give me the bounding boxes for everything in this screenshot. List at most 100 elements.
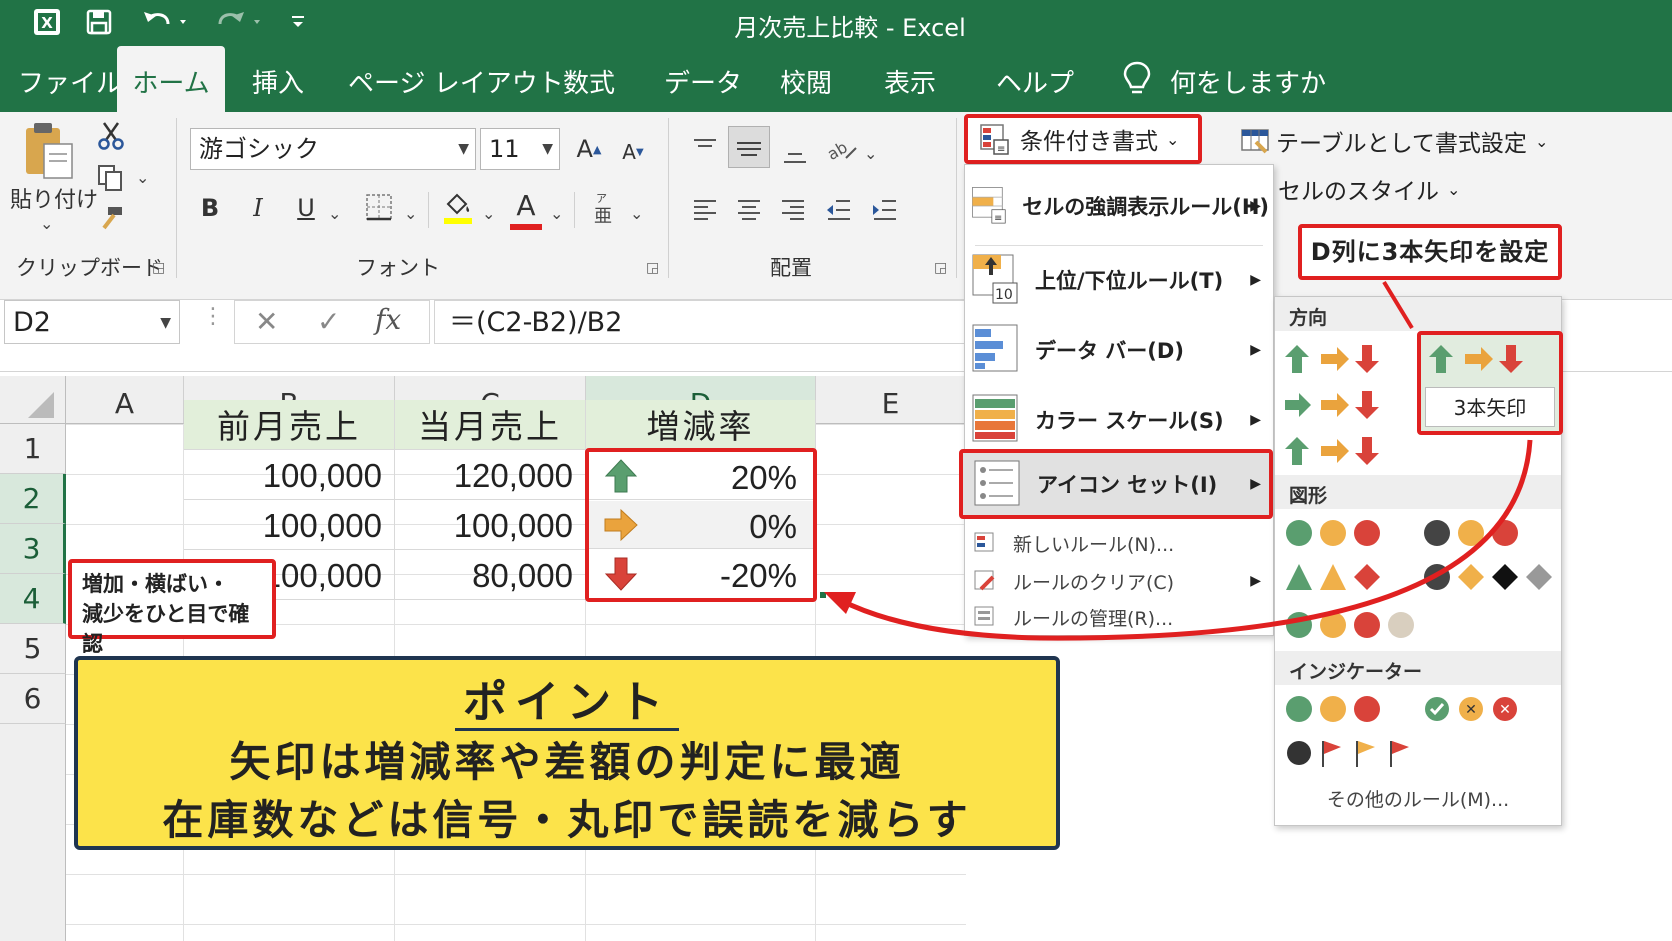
name-box-dropdown-icon[interactable]: ▼ — [160, 301, 171, 345]
cell-d3[interactable]: 0% — [589, 501, 813, 549]
icon-set-3-indicator-circles[interactable] — [1283, 693, 1387, 725]
borders-dropdown-icon[interactable]: ⌄ — [404, 204, 417, 223]
tab-data[interactable]: データ — [664, 46, 742, 112]
fill-color-dropdown-icon[interactable]: ⌄ — [482, 204, 495, 223]
icon-set-4-signs[interactable] — [1421, 561, 1557, 593]
cell-d2[interactable]: 20% — [589, 452, 813, 500]
tab-file[interactable]: ファイル — [18, 46, 122, 112]
tab-home[interactable]: ホーム — [117, 46, 225, 112]
format-as-table-button[interactable]: テーブルとして書式設定 ⌄ — [1240, 124, 1548, 158]
fill-handle[interactable] — [820, 592, 826, 598]
paste-icon[interactable] — [22, 120, 78, 186]
column-header-a[interactable]: A — [66, 376, 184, 424]
align-top-icon[interactable] — [690, 134, 720, 166]
align-center-icon[interactable] — [734, 196, 764, 228]
menu-item-data-bar[interactable]: データ バー(D) ▶ — [971, 317, 1269, 383]
font-color-button[interactable]: A — [508, 188, 544, 232]
font-color-dropdown-icon[interactable]: ⌄ — [550, 204, 563, 223]
confirm-entry-icon[interactable]: ✓ — [317, 305, 340, 338]
tab-review[interactable]: 校閲 — [780, 46, 832, 112]
increase-indent-icon[interactable] — [870, 196, 900, 228]
borders-icon[interactable] — [364, 192, 394, 226]
column-header-e[interactable]: E — [816, 376, 966, 424]
cell-b3[interactable]: 100,000 — [184, 500, 395, 550]
icon-set-3-symbols[interactable]: ✕ ✕ — [1421, 693, 1557, 725]
conditional-formatting-button[interactable]: ≡ 条件付き書式 ⌄ — [964, 114, 1202, 164]
italic-button[interactable]: I — [242, 188, 274, 228]
tab-insert[interactable]: 挿入 — [252, 46, 304, 112]
underline-button[interactable]: U — [290, 188, 322, 228]
cancel-entry-icon[interactable]: ✕ — [255, 305, 278, 338]
icon-set-3-traffic-lights[interactable] — [1283, 517, 1387, 549]
paste-dropdown-icon[interactable]: ⌄ — [40, 214, 53, 233]
cell-b2[interactable]: 100,000 — [184, 450, 395, 500]
more-rules-link[interactable]: その他のルール(M)... — [1275, 785, 1561, 812]
tab-formulas[interactable]: 数式 — [563, 46, 615, 112]
icon-set-3-flags[interactable] — [1283, 737, 1419, 769]
icon-set-4-traffic-lights[interactable] — [1421, 517, 1557, 549]
underline-dropdown-icon[interactable]: ⌄ — [328, 204, 341, 223]
copy-dropdown-icon[interactable]: ⌄ — [136, 168, 149, 187]
formula-input[interactable]: ＝(C2-B2)/B2 — [434, 300, 974, 344]
font-size-combo[interactable]: 11 ▼ — [480, 128, 560, 170]
d-column-icon-set-range[interactable]: 20% 0% -20% — [585, 448, 817, 602]
customize-quick-access-icon[interactable] — [286, 4, 310, 40]
cut-icon[interactable] — [96, 120, 126, 154]
shrink-font-icon[interactable]: A ▼ — [616, 132, 650, 172]
paste-button[interactable]: 貼り付け — [10, 182, 98, 214]
icon-set-3-arrows-selected[interactable]: 3本矢印 — [1417, 331, 1563, 435]
name-box[interactable]: D2 ▼ — [4, 300, 180, 344]
font-launcher-icon[interactable]: ◲ — [646, 260, 659, 276]
menu-item-new-rule[interactable]: 新しいルール(N)... — [973, 525, 1263, 561]
align-middle-button[interactable] — [728, 126, 770, 168]
font-size-dropdown-icon[interactable]: ▼ — [542, 129, 553, 169]
alignment-launcher-icon[interactable]: ◲ — [934, 260, 947, 276]
phonetic-dropdown-icon[interactable]: ⌄ — [630, 204, 643, 223]
copy-icon[interactable] — [96, 164, 126, 196]
cell-b1[interactable]: 前月売上 — [184, 400, 395, 450]
phonetic-guide-icon[interactable]: ア亜 — [592, 190, 618, 230]
row-header-6[interactable]: 6 — [0, 674, 66, 724]
menu-item-highlight-rules[interactable]: ≡ セルの強調表示ルール(H) ▶ — [971, 173, 1269, 239]
orientation-dropdown-icon[interactable]: ⌄ — [864, 144, 877, 163]
menu-item-clear-rules[interactable]: ルールのクリア(C) ▶ — [973, 563, 1263, 599]
save-icon[interactable] — [82, 4, 116, 40]
tab-page-layout[interactable]: ページ レイアウト — [348, 46, 564, 112]
decrease-indent-icon[interactable] — [824, 196, 854, 228]
font-name-combo[interactable]: 游ゴシック ▼ — [190, 128, 476, 170]
cell-c4[interactable]: 80,000 — [395, 550, 586, 600]
select-all-button[interactable] — [0, 376, 66, 424]
bold-button[interactable]: B — [194, 188, 226, 228]
tab-view[interactable]: 表示 — [884, 46, 936, 112]
row-header-5[interactable]: 5 — [0, 624, 66, 674]
format-painter-icon[interactable] — [96, 204, 126, 236]
fill-color-icon[interactable] — [442, 190, 474, 230]
grow-font-icon[interactable]: A ▲ — [572, 128, 606, 170]
row-header-1[interactable]: 1 — [0, 424, 66, 474]
icon-set-4-circles[interactable] — [1283, 609, 1419, 641]
menu-item-manage-rules[interactable]: ルールの管理(R)... — [973, 599, 1263, 635]
cell-c3[interactable]: 100,000 — [395, 500, 586, 550]
icon-set-3-arrows-colored-alt[interactable] — [1283, 343, 1387, 377]
align-bottom-icon[interactable] — [780, 138, 810, 172]
redo-icon[interactable] — [208, 4, 268, 40]
row-header-2[interactable]: 2 — [0, 474, 66, 524]
tell-me-input[interactable]: 何をしますか — [1170, 46, 1326, 112]
icon-set-3-signs[interactable] — [1283, 561, 1387, 593]
clipboard-launcher-icon[interactable]: ◲ — [152, 260, 165, 276]
menu-item-color-scale[interactable]: カラー スケール(S) ▶ — [971, 387, 1269, 453]
cell-styles-button[interactable]: セルのスタイル ⌄ — [1278, 172, 1460, 206]
row-header-3[interactable]: 3 — [0, 524, 66, 574]
row-header-4[interactable]: 4 — [0, 574, 66, 624]
cell-d1[interactable]: 増減率 — [586, 400, 816, 450]
tab-help[interactable]: ヘルプ — [996, 46, 1074, 112]
menu-item-top-bottom[interactable]: 10 上位/下位ルール(T) ▶ — [971, 247, 1269, 313]
cell-c1[interactable]: 当月売上 — [395, 400, 586, 450]
orientation-icon[interactable]: ab — [824, 134, 860, 168]
font-name-dropdown-icon[interactable]: ▼ — [458, 129, 469, 169]
icon-set-3-arrows-third[interactable] — [1283, 435, 1387, 469]
insert-function-button[interactable]: fx — [375, 303, 401, 336]
menu-item-icon-set[interactable]: アイコン セット(I) ▶ — [959, 449, 1273, 519]
cell-d4[interactable]: -20% — [589, 550, 813, 598]
align-left-icon[interactable] — [690, 196, 720, 228]
